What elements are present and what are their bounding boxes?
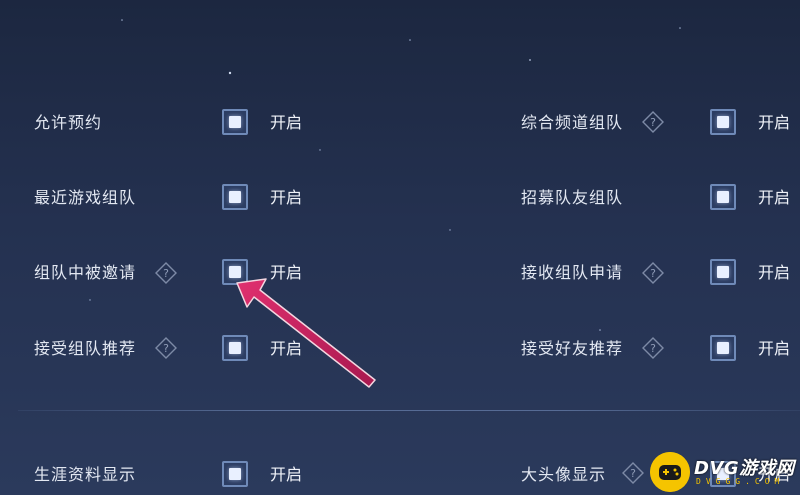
setting-value: 开启 bbox=[758, 339, 791, 358]
svg-text:?: ? bbox=[163, 267, 169, 280]
section-divider bbox=[18, 410, 800, 411]
setting-label: 最近游戏组队 bbox=[34, 188, 137, 207]
general-channel-team-checkbox[interactable] bbox=[710, 109, 736, 135]
pointer-arrow-icon bbox=[236, 278, 376, 388]
setting-label: 生涯资料显示 bbox=[34, 465, 137, 484]
setting-label: 接收组队申请 bbox=[521, 263, 624, 282]
invited-in-team-checkbox[interactable] bbox=[222, 259, 248, 285]
question-diamond-icon[interactable]: ? bbox=[155, 262, 177, 284]
recruit-teammates-checkbox[interactable] bbox=[710, 184, 736, 210]
receive-team-request-checkbox[interactable] bbox=[710, 259, 736, 285]
question-diamond-icon[interactable]: ? bbox=[622, 462, 644, 484]
watermark-logo: DVG游戏网 DVGGG.COM bbox=[650, 450, 800, 495]
svg-text:?: ? bbox=[630, 467, 636, 480]
setting-value: 开启 bbox=[270, 113, 303, 132]
setting-label: 大头像显示 bbox=[521, 465, 607, 484]
gamepad-icon bbox=[650, 452, 690, 492]
question-diamond-icon[interactable]: ? bbox=[642, 262, 664, 284]
setting-label: 接受好友推荐 bbox=[521, 339, 624, 358]
setting-value: 开启 bbox=[270, 465, 303, 484]
accept-team-recommend-checkbox[interactable] bbox=[222, 335, 248, 361]
setting-label: 招募队友组队 bbox=[521, 188, 624, 207]
setting-value: 开启 bbox=[758, 188, 791, 207]
setting-value: 开启 bbox=[270, 339, 303, 358]
question-diamond-icon[interactable]: ? bbox=[642, 111, 664, 133]
question-diamond-icon[interactable]: ? bbox=[642, 337, 664, 359]
svg-text:?: ? bbox=[650, 342, 656, 355]
svg-text:?: ? bbox=[650, 267, 656, 280]
career-profile-checkbox[interactable] bbox=[222, 461, 248, 487]
setting-label: 接受组队推荐 bbox=[34, 339, 137, 358]
setting-label: 允许预约 bbox=[34, 113, 103, 132]
setting-value: 开启 bbox=[270, 263, 303, 282]
setting-value: 开启 bbox=[758, 263, 791, 282]
allow-reservation-checkbox[interactable] bbox=[222, 109, 248, 135]
recent-game-team-checkbox[interactable] bbox=[222, 184, 248, 210]
setting-label: 组队中被邀请 bbox=[34, 263, 137, 282]
svg-text:?: ? bbox=[650, 116, 656, 129]
question-diamond-icon[interactable]: ? bbox=[155, 337, 177, 359]
svg-text:?: ? bbox=[163, 342, 169, 355]
watermark-subtext: DVGGG.COM bbox=[696, 477, 785, 486]
setting-value: 开启 bbox=[270, 188, 303, 207]
setting-label: 综合频道组队 bbox=[521, 113, 624, 132]
accept-friend-recommend-checkbox[interactable] bbox=[710, 335, 736, 361]
starfield-background bbox=[89, 19, 681, 331]
setting-value: 开启 bbox=[758, 113, 791, 132]
